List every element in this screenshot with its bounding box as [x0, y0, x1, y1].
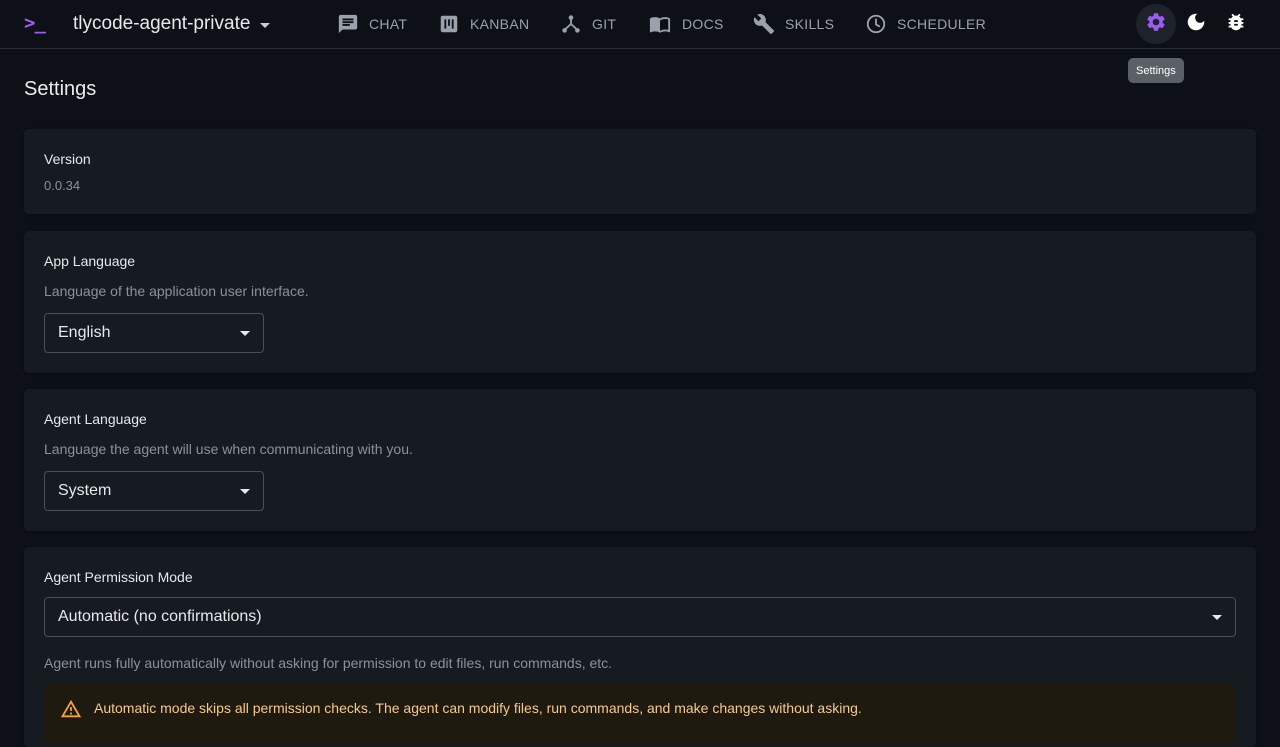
app-language-value: English	[58, 324, 111, 341]
nav-scheduler[interactable]: SCHEDULER	[865, 12, 986, 36]
docs-icon	[648, 13, 672, 35]
agent-language-select[interactable]: System	[44, 471, 264, 511]
clock-icon	[865, 13, 887, 35]
permission-mode-card: Agent Permission Mode Automatic (no conf…	[24, 547, 1256, 747]
top-bar: >_ tlycode-agent-private CHAT KANBAN GIT	[0, 0, 1280, 49]
chevron-down-icon	[240, 330, 250, 336]
nav-docs-label: DOCS	[682, 16, 724, 32]
settings-tooltip: Settings	[1128, 58, 1184, 83]
warning-icon	[60, 698, 82, 725]
permission-warning-alert: Automatic mode skips all permission chec…	[44, 684, 1236, 744]
app-language-card: App Language Language of the application…	[24, 231, 1256, 373]
permission-mode-select[interactable]: Automatic (no confirmations)	[44, 597, 1236, 637]
moon-icon	[1185, 11, 1207, 38]
nav-kanban[interactable]: KANBAN	[438, 12, 529, 36]
version-card: Version 0.0.34	[24, 129, 1256, 214]
project-name: tlycode-agent-private	[73, 13, 251, 34]
agent-language-description: Language the agent will use when communi…	[44, 441, 413, 457]
version-label: Version	[44, 151, 91, 167]
chevron-down-icon	[1212, 614, 1222, 620]
app-language-label: App Language	[44, 253, 136, 269]
permission-mode-value: Automatic (no confirmations)	[58, 608, 262, 625]
bug-icon	[1225, 11, 1247, 38]
app-language-description: Language of the application user interfa…	[44, 283, 309, 299]
agent-language-label: Agent Language	[44, 411, 147, 427]
theme-toggle-button[interactable]	[1176, 4, 1216, 44]
agent-language-card: Agent Language Language the agent will u…	[24, 389, 1256, 531]
nav-skills[interactable]: SKILLS	[753, 12, 834, 36]
git-icon	[560, 13, 582, 35]
gear-icon	[1145, 11, 1167, 38]
nav-git-label: GIT	[592, 16, 617, 32]
chevron-down-icon	[260, 22, 271, 28]
nav-kanban-label: KANBAN	[470, 16, 530, 32]
app-language-select[interactable]: English	[44, 313, 264, 353]
nav-scheduler-label: SCHEDULER	[897, 16, 987, 32]
skills-icon	[753, 13, 775, 35]
version-value: 0.0.34	[44, 178, 81, 193]
page-title: Settings	[24, 78, 97, 100]
nav-docs[interactable]: DOCS	[648, 12, 724, 36]
nav-skills-label: SKILLS	[785, 16, 835, 32]
nav-chat-label: CHAT	[369, 16, 408, 32]
chevron-down-icon	[240, 488, 250, 494]
settings-button[interactable]	[1136, 4, 1176, 44]
agent-language-value: System	[58, 482, 112, 499]
project-selector[interactable]: tlycode-agent-private	[73, 12, 271, 36]
debug-button[interactable]	[1216, 4, 1256, 44]
nav-git[interactable]: GIT	[560, 12, 616, 36]
app-logo[interactable]: >_	[24, 12, 46, 34]
permission-mode-description: Agent runs fully automatically without a…	[44, 655, 613, 671]
permission-mode-label: Agent Permission Mode	[44, 569, 193, 585]
permission-warning-text: Automatic mode skips all permission chec…	[94, 700, 862, 716]
kanban-icon	[438, 13, 460, 35]
nav-chat[interactable]: CHAT	[337, 12, 407, 36]
chat-icon	[337, 13, 359, 35]
